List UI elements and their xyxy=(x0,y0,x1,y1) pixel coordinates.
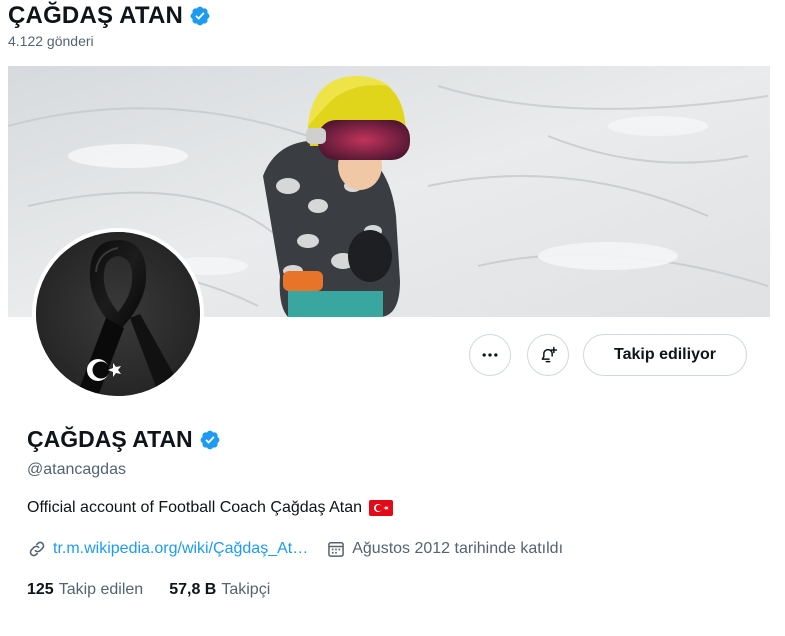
profile-meta-row: tr.m.wikipedia.org/wiki/Çağdaş_At… Ağust… xyxy=(27,539,767,559)
profile-stats: 125 Takip edilen 57,8 B Takipçi xyxy=(27,581,767,599)
top-header: ÇAĞDAŞ ATAN 4.122 gönderi xyxy=(8,2,211,49)
following-label: Takip edilen xyxy=(58,581,144,598)
website-link[interactable]: tr.m.wikipedia.org/wiki/Çağdaş_At… xyxy=(53,540,308,558)
more-options-button[interactable] xyxy=(469,334,511,376)
avatar-image xyxy=(36,232,200,396)
profile-name-row: ÇAĞDAŞ ATAN xyxy=(27,426,767,453)
following-count: 125 xyxy=(27,581,54,598)
header-display-name: ÇAĞDAŞ ATAN xyxy=(8,2,184,29)
profile-avatar[interactable] xyxy=(32,228,204,400)
header-post-count: 4.122 gönderi xyxy=(8,33,94,49)
joined-item: Ağustos 2012 tarihinde katıldı xyxy=(326,539,563,559)
verified-badge-icon xyxy=(189,5,211,27)
following-button[interactable]: Takip ediliyor xyxy=(583,334,747,376)
notifications-button[interactable] xyxy=(527,334,569,376)
turkey-flag-icon xyxy=(369,500,394,516)
calendar-icon xyxy=(326,539,346,559)
profile-bio: Official account of Football Coach Çağda… xyxy=(27,499,767,517)
more-dots-icon xyxy=(480,345,500,365)
profile-info: ÇAĞDAŞ ATAN @atancagdas Official account… xyxy=(27,426,767,599)
profile-display-name: ÇAĞDAŞ ATAN xyxy=(27,426,193,452)
followers-stat[interactable]: 57,8 B Takipçi xyxy=(169,581,270,599)
bio-text: Official account of Football Coach Çağda… xyxy=(27,499,363,516)
joined-date: Ağustos 2012 tarihinde katıldı xyxy=(352,540,564,557)
followers-label: Takipçi xyxy=(221,581,271,598)
profile-handle: @atancagdas xyxy=(27,461,126,478)
verified-badge-icon[interactable] xyxy=(199,429,221,451)
top-name-row: ÇAĞDAŞ ATAN xyxy=(8,2,211,30)
following-stat[interactable]: 125 Takip edilen xyxy=(27,581,143,599)
bell-plus-icon xyxy=(538,345,558,365)
link-icon xyxy=(27,539,47,559)
website-item: tr.m.wikipedia.org/wiki/Çağdaş_At… xyxy=(27,539,308,559)
followers-count: 57,8 B xyxy=(169,581,217,598)
